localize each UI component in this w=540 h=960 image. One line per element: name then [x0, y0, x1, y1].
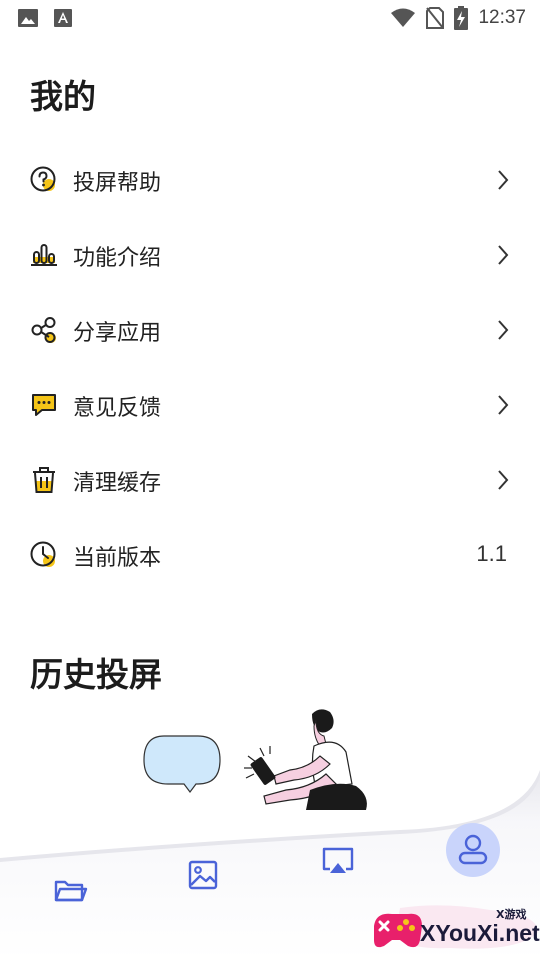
menu-label: 清理缓存	[73, 471, 162, 496]
watermark-text: XYouXi.net	[420, 920, 540, 946]
menu-item-cast-help[interactable]: 投屏帮助	[0, 142, 540, 217]
menu-label: 功能介绍	[73, 246, 162, 271]
menu-item-features[interactable]: 功能介绍	[0, 217, 540, 292]
menu-item-share-app[interactable]: 分享应用	[0, 292, 540, 367]
version-value: 1.1	[476, 541, 507, 566]
profile-icon	[458, 834, 488, 865]
battery-charging-icon	[454, 6, 469, 30]
menu-item-feedback[interactable]: 意见反馈	[0, 367, 540, 442]
menu-label: 投屏帮助	[73, 171, 162, 196]
gallery-notification-icon	[18, 9, 38, 27]
folder-icon	[54, 880, 88, 902]
nav-profile-button[interactable]	[446, 823, 500, 877]
history-section-title: 历史投屏	[30, 655, 162, 694]
page-title: 我的	[30, 77, 96, 116]
chevron-right-icon	[498, 320, 509, 340]
chevron-right-icon	[498, 395, 509, 415]
watermark: X游戏 XYouXi.net	[370, 902, 540, 960]
chat-bubble-icon	[32, 394, 56, 416]
font-notification-icon	[54, 9, 72, 27]
help-question-icon	[30, 166, 56, 192]
menu-item-clear-cache[interactable]: 清理缓存	[0, 442, 540, 517]
status-bar: 12:37	[0, 0, 540, 36]
bar-chart-icon	[31, 244, 57, 266]
nav-folder-button[interactable]	[50, 870, 90, 910]
menu-item-version: 当前版本 1.1	[0, 517, 540, 592]
wifi-icon	[391, 8, 416, 27]
nav-cast-button[interactable]	[318, 841, 358, 881]
menu-label: 意见反馈	[73, 396, 162, 421]
clock-icon	[30, 541, 56, 567]
nav-image-button[interactable]	[183, 855, 223, 895]
trash-icon	[33, 467, 55, 493]
menu-label: 分享应用	[73, 321, 162, 346]
settings-menu: 投屏帮助 功能介绍 分享应用 意见反馈 清理缓存 当前版本 1.1	[0, 142, 540, 592]
status-time: 12:37	[478, 7, 526, 28]
screen-cast-icon	[322, 847, 354, 873]
chevron-right-icon	[498, 245, 509, 265]
image-icon	[188, 860, 218, 890]
chevron-right-icon	[498, 170, 509, 190]
no-sim-icon	[426, 7, 445, 29]
chevron-right-icon	[498, 470, 509, 490]
share-icon	[31, 317, 56, 343]
menu-label: 当前版本	[73, 546, 162, 571]
